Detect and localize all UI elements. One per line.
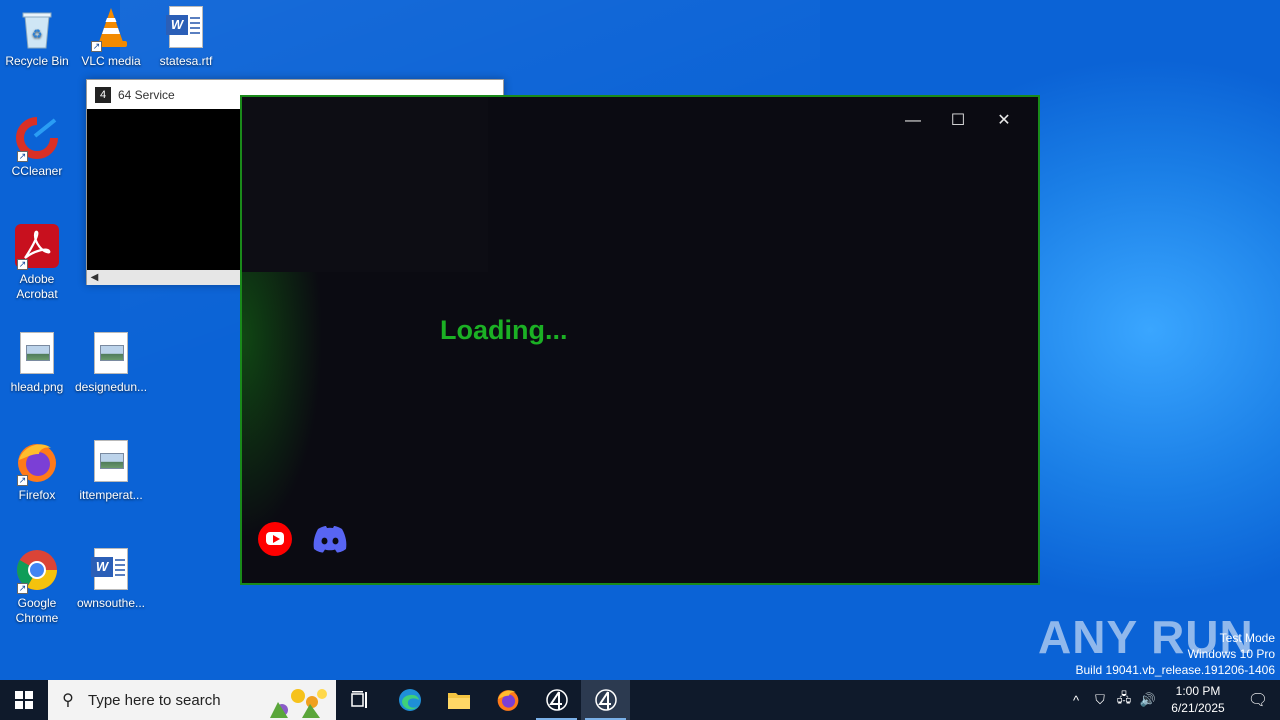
desktop-icon-ownsouthe[interactable]: W ownsouthe... — [74, 548, 148, 611]
firefox-icon — [497, 690, 518, 711]
desktop-icon-ittemperat[interactable]: ittemperat... — [74, 440, 148, 503]
shortcut-arrow-icon: ↗ — [17, 151, 28, 162]
taskbar: ⚲ Type here to search ^ ⛉ 🖧 🔊 1:00 PM 6/… — [0, 680, 1280, 720]
loader-panel — [242, 97, 488, 272]
taskbar-app-4-service[interactable] — [532, 680, 581, 720]
taskbar-file-explorer[interactable] — [434, 680, 483, 720]
search-placeholder: Type here to search — [88, 691, 221, 709]
app-4-icon: 4 — [95, 86, 111, 103]
shortcut-arrow-icon: ↗ — [17, 475, 28, 486]
desktop-icon-recycle-bin[interactable]: ♻ Recycle Bin — [0, 6, 74, 69]
search-flowers-decoration — [270, 689, 327, 718]
desktop-icon-label: Adobe Acrobat — [16, 272, 58, 301]
loading-text: Loading... — [440, 315, 568, 345]
word-doc-icon: W — [89, 548, 133, 592]
desktop-icon-ccleaner[interactable]: ↗ CCleaner — [0, 116, 74, 179]
build-text: Build 19041.vb_release.191206-1406 — [1075, 663, 1276, 677]
desktop-icon-acrobat[interactable]: ↗ Adobe Acrobat — [0, 224, 74, 302]
desktop-icon-chrome[interactable]: ↗ Google Chrome — [0, 548, 74, 626]
test-mode-text: Test Mode — [1219, 631, 1275, 645]
chrome-icon: ↗ — [15, 548, 59, 594]
chevron-up-icon[interactable]: ^ — [1064, 693, 1088, 708]
search-box[interactable]: ⚲ Type here to search — [48, 680, 336, 720]
desktop-icon-label: ittemperat... — [79, 488, 143, 502]
vlc-icon: ↗ — [89, 6, 133, 52]
acrobat-icon: ↗ — [15, 224, 59, 270]
system-tray: ^ ⛉ 🖧 🔊 1:00 PM 6/21/2025 🗨 — [1064, 680, 1280, 720]
notification-icon[interactable]: 🗨 — [1236, 690, 1280, 710]
image-file-icon — [15, 332, 59, 376]
security-icon[interactable]: ⛉ — [1088, 692, 1112, 708]
clock-time: 1:00 PM — [1175, 684, 1221, 698]
desktop-icon-designedun[interactable]: designedun... — [74, 332, 148, 395]
windows-logo-icon — [15, 691, 33, 709]
shortcut-arrow-icon: ↗ — [17, 583, 28, 594]
taskbar-firefox[interactable] — [483, 680, 532, 720]
image-file-icon — [89, 332, 133, 376]
edge-icon — [398, 689, 421, 711]
scroll-left-icon[interactable]: ◀ — [87, 270, 102, 285]
firefox-icon: ↗ — [15, 440, 59, 486]
task-view-icon — [350, 691, 367, 708]
start-button[interactable] — [0, 680, 48, 720]
system-info: Test Mode Windows 10 Pro Build 19041.vb_… — [1076, 630, 1276, 678]
app-4-icon — [545, 689, 568, 711]
clock-date: 6/21/2025 — [1171, 701, 1225, 715]
desktop-icon-label: CCleaner — [11, 164, 63, 178]
desktop-icon-firefox[interactable]: ↗ Firefox — [0, 440, 74, 503]
desktop-icon-label: statesa.rtf — [159, 54, 213, 68]
desktop-icon-vlc[interactable]: ↗ VLC media — [74, 6, 148, 69]
desktop-icon-label: designedun... — [74, 380, 148, 394]
shortcut-arrow-icon: ↗ — [17, 259, 28, 270]
file-explorer-icon — [447, 693, 470, 709]
recycle-bin-icon: ♻ — [15, 6, 59, 50]
minimize-button[interactable]: — — [891, 109, 935, 133]
taskbar-app-4-loader[interactable] — [581, 680, 630, 720]
desktop-icon-hlead[interactable]: hlead.png — [0, 332, 74, 395]
desktop-icon-label: Recycle Bin — [5, 54, 69, 68]
shortcut-arrow-icon: ↗ — [91, 41, 102, 52]
clock[interactable]: 1:00 PM 6/21/2025 — [1160, 683, 1236, 717]
desktop-icon-statesa[interactable]: W statesa.rtf — [149, 6, 223, 69]
search-icon: ⚲ — [62, 692, 74, 709]
loader-window[interactable]: — ☐ ✕ Loading... — [240, 95, 1040, 585]
windows-edition-text: Windows 10 Pro — [1187, 647, 1275, 661]
ccleaner-icon: ↗ — [15, 116, 59, 162]
task-view-button[interactable] — [336, 680, 385, 720]
youtube-icon[interactable] — [258, 522, 292, 556]
maximize-button[interactable]: ☐ — [936, 109, 980, 133]
taskbar-edge[interactable] — [385, 680, 434, 720]
desktop-icon-label: Firefox — [18, 488, 56, 502]
desktop-icon-label: Google Chrome — [15, 596, 59, 625]
service-window-title: 64 Service — [118, 87, 175, 102]
desktop-icon-label: VLC media — [81, 54, 141, 68]
desktop-icon-label: ownsouthe... — [76, 596, 146, 610]
close-button[interactable]: ✕ — [982, 109, 1026, 133]
discord-icon[interactable] — [312, 525, 348, 553]
network-icon[interactable]: 🖧 — [1112, 689, 1136, 711]
svg-text:♻: ♻ — [32, 27, 43, 41]
desktop-icon-label: hlead.png — [10, 380, 64, 394]
volume-icon[interactable]: 🔊 — [1136, 692, 1160, 708]
app-4-icon — [594, 689, 617, 711]
word-doc-icon: W — [164, 6, 208, 50]
image-file-icon — [89, 440, 133, 484]
